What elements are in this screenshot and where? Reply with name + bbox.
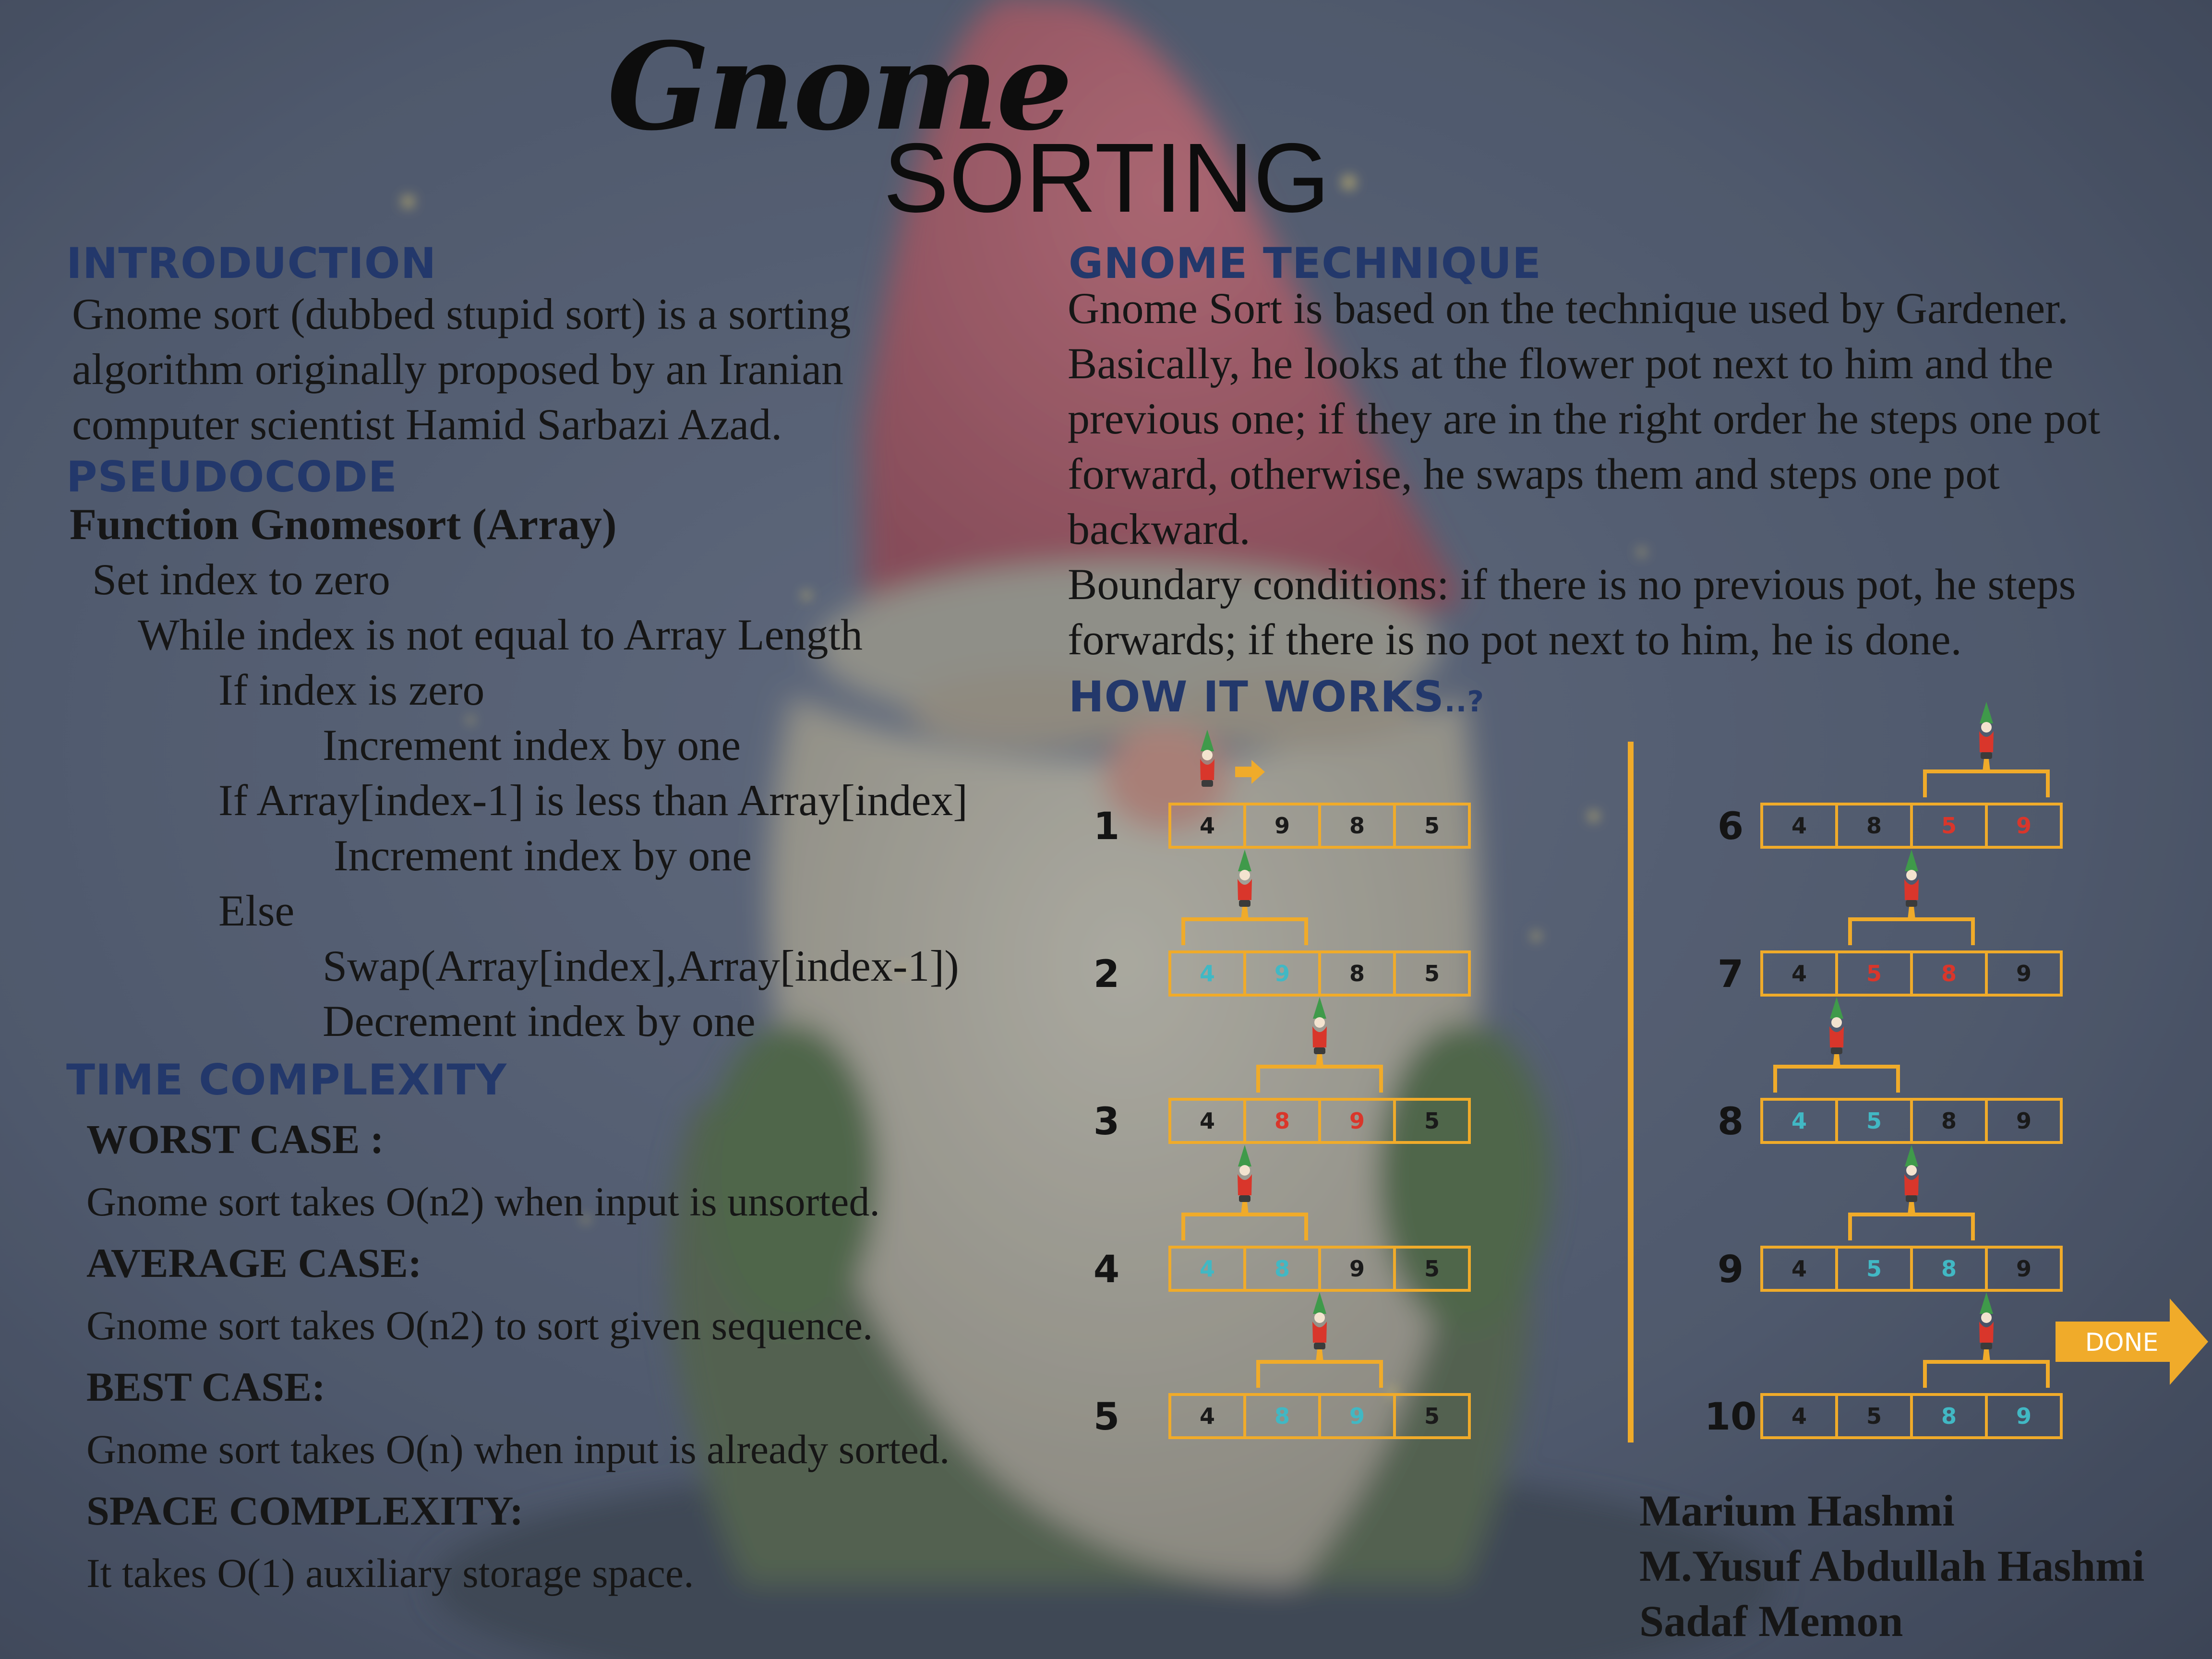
gnome-icon — [1238, 850, 1252, 907]
step-number: 10 — [1705, 1395, 1757, 1439]
array-cell-value: 9 — [1349, 1108, 1365, 1134]
sort-step: 9 4 5 8 9 — [1718, 1202, 2063, 1292]
forward-arrow-icon — [1235, 760, 1265, 784]
array-cell-value: 8 — [1866, 813, 1882, 839]
compare-bracket — [1181, 917, 1308, 945]
compare-bracket — [1773, 1065, 1900, 1093]
array-cell-value: 4 — [1791, 1256, 1807, 1282]
gnome-icon — [1829, 997, 1844, 1054]
array-cell-value: 9 — [2016, 813, 2032, 839]
sort-step: 1 4 9 8 5 — [1094, 760, 1471, 849]
array-cell-value: 5 — [1866, 961, 1882, 986]
sort-step: 5 4 8 9 5 — [1094, 1349, 1471, 1439]
done-label: DONE — [2085, 1328, 2159, 1357]
gnome-icon — [1238, 1145, 1252, 1202]
array-cell-value: 9 — [1274, 961, 1290, 986]
array-cell-value: 8 — [1274, 1403, 1290, 1429]
array-cell-value: 4 — [1791, 813, 1807, 839]
array-cell-value: 9 — [2016, 1256, 2032, 1282]
sort-step: 3 4 8 9 5 — [1094, 1054, 1471, 1144]
gnome-icon — [1979, 1292, 1994, 1349]
sort-step: 2 4 9 8 5 — [1094, 907, 1471, 997]
array-cell-value: 8 — [1941, 1256, 1957, 1282]
array-cell-value: 4 — [1200, 1256, 1215, 1282]
array-cell-value: 8 — [1349, 961, 1365, 986]
gnome-icon — [1904, 1145, 1919, 1202]
sort-step: 10 4 5 8 9 — [1705, 1349, 2063, 1439]
array-cell-value: 9 — [1274, 813, 1290, 839]
authors: Marium Hashmi M.Yusuf Abdullah Hashmi Sa… — [1639, 1483, 2144, 1649]
array-cell-value: 5 — [1866, 1108, 1882, 1134]
array-cell-value: 8 — [1274, 1108, 1290, 1134]
step-number: 3 — [1094, 1100, 1119, 1143]
array-cell-value: 5 — [1866, 1256, 1882, 1282]
step-number: 2 — [1094, 953, 1119, 996]
gnome-icon — [1312, 1292, 1327, 1349]
array-cell-value: 9 — [2016, 961, 2032, 986]
array-cell-value: 5 — [1424, 1403, 1440, 1429]
compare-bracket — [1848, 917, 1975, 945]
array-cell-value: 8 — [1941, 1108, 1957, 1134]
step-number: 4 — [1094, 1248, 1119, 1291]
sort-step: 7 4 5 8 9 — [1718, 907, 2063, 997]
step-number: 9 — [1718, 1248, 1743, 1291]
compare-bracket — [1923, 1360, 2050, 1388]
step-number: 5 — [1094, 1395, 1119, 1439]
array-cell-value: 4 — [1200, 813, 1215, 839]
array-cell-value: 4 — [1791, 1108, 1807, 1134]
array-cell-value: 4 — [1200, 961, 1215, 986]
step-number: 8 — [1718, 1100, 1743, 1143]
step-number: 6 — [1718, 805, 1743, 848]
step-number: 7 — [1718, 953, 1743, 996]
array-cell-value: 8 — [1274, 1256, 1290, 1282]
array-cell-value: 4 — [1791, 1403, 1807, 1429]
array-cell-value: 9 — [1349, 1403, 1365, 1429]
gnome-icon — [1979, 702, 1994, 759]
step-number: 1 — [1094, 805, 1119, 848]
array-cell-value: 4 — [1200, 1108, 1215, 1134]
array-cell-value: 9 — [2016, 1403, 2032, 1429]
array-cell-value: 4 — [1200, 1403, 1215, 1429]
array-cell-value: 8 — [1349, 813, 1365, 839]
array-cell-value: 8 — [1941, 1403, 1957, 1429]
sort-step: 8 4 5 8 9 — [1718, 1054, 2063, 1144]
array-cell-value: 5 — [1424, 1256, 1440, 1282]
sort-step: 4 4 8 9 5 — [1094, 1202, 1471, 1292]
array-cell-value: 4 — [1791, 961, 1807, 986]
author-name: Marium Hashmi — [1639, 1486, 1955, 1535]
array-cell-value: 5 — [1424, 961, 1440, 986]
compare-bracket — [1256, 1065, 1383, 1093]
gnome-icon — [1904, 850, 1919, 907]
compare-bracket — [1848, 1213, 1975, 1240]
array-cell-value: 5 — [1941, 813, 1957, 839]
gnome-sort-steps-diagram: 1 4 9 8 52 4 9 8 53 4 8 9 54 4 8 9 55 4 8 9 56 4 8 5 97 4 5 8 98 4 5 8 9… — [1094, 702, 2208, 1443]
array-cell-value: 9 — [2016, 1108, 2032, 1134]
done-arrow: DONE — [2056, 1298, 2208, 1385]
gnome-icon — [1200, 730, 1214, 787]
compare-bracket — [1256, 1360, 1383, 1388]
sort-step: 6 4 8 5 9 — [1718, 759, 2063, 849]
author-name: Sadaf Memon — [1639, 1597, 1903, 1646]
array-cell-value: 9 — [1349, 1256, 1365, 1282]
array-cell-value: 8 — [1941, 961, 1957, 986]
array-cell-value: 5 — [1424, 813, 1440, 839]
author-name: M.Yusuf Abdullah Hashmi — [1639, 1541, 2145, 1590]
array-cell-value: 5 — [1866, 1403, 1882, 1429]
array-cell-value: 5 — [1424, 1108, 1440, 1134]
gnome-icon — [1312, 997, 1327, 1054]
compare-bracket — [1181, 1213, 1308, 1240]
compare-bracket — [1923, 769, 2050, 797]
